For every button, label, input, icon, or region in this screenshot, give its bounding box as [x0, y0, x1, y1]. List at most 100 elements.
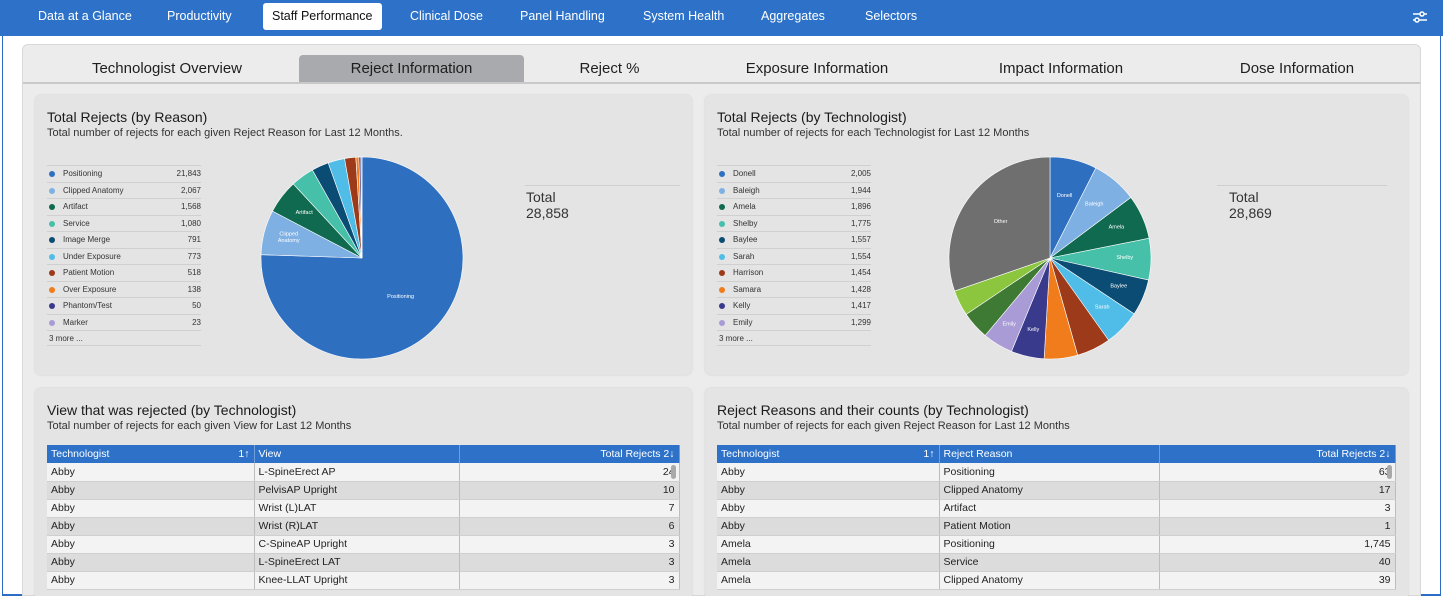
table-row[interactable]: Abby Wrist (R)LAT 6 — [47, 517, 680, 536]
table-row[interactable]: Amela Service 40 — [717, 553, 1396, 572]
cell-technologist: Abby — [47, 481, 255, 500]
legend-label: Samara — [733, 284, 762, 294]
legend-value: 1,080 — [180, 218, 201, 228]
tab-dose-information[interactable]: Dose Information — [1183, 55, 1411, 83]
legend-label: Emily — [733, 317, 753, 327]
legend-item[interactable]: Harrison 1,454 — [717, 264, 871, 281]
legend-item[interactable]: Image Merge 791 — [47, 231, 201, 248]
legend-value: 2,005 — [850, 169, 871, 178]
legend-item[interactable]: Shelby 1,775 — [717, 214, 871, 232]
total-label: Total — [526, 189, 556, 205]
col-view-header[interactable]: View — [254, 445, 460, 463]
table-row[interactable]: Abby Wrist (L)LAT 7 — [47, 499, 680, 518]
panel-title: View that was rejected (by Technologist) — [47, 402, 297, 418]
table-row[interactable]: Abby C-SpineAP Upright 3 — [47, 535, 680, 554]
nav-clinical-dose[interactable]: Clinical Dose — [401, 3, 492, 30]
legend-item[interactable]: Kelly 1,417 — [717, 297, 871, 314]
legend-item[interactable]: Emily 1,299 — [717, 313, 871, 331]
legend-value: 773 — [187, 251, 201, 261]
legend-item[interactable]: Samara 1,428 — [717, 280, 871, 298]
nav-staff-performance[interactable]: Staff Performance — [263, 3, 382, 30]
legend-item[interactable]: Baylee 1,557 — [717, 231, 871, 248]
legend-value: 1,568 — [180, 202, 201, 211]
table-row[interactable]: Abby Positioning 63 — [717, 463, 1396, 482]
legend-item[interactable]: Sarah 1,554 — [717, 247, 871, 265]
nav-panel-handling[interactable]: Panel Handling — [511, 3, 614, 30]
legend-swatch-icon — [49, 319, 55, 326]
col-technologist-header[interactable]: Technologist 1↑ — [47, 445, 255, 463]
legend-label: Harrison — [733, 268, 764, 277]
legend-swatch-icon — [49, 204, 55, 210]
legend-swatch-icon — [719, 220, 725, 227]
table-row[interactable]: Abby Clipped Anatomy 17 — [717, 481, 1396, 500]
cell-technologist: Abby — [717, 499, 940, 518]
legend-value: 1,775 — [850, 218, 871, 228]
legend-item[interactable]: Positioning 21,843 — [47, 165, 201, 182]
cell-category: Clipped Anatomy — [939, 571, 1160, 590]
table-row[interactable]: Amela Positioning 1,745 — [717, 535, 1396, 554]
cell-total-rejects: 1,745 — [1159, 535, 1396, 554]
tab-technologist-overview[interactable]: Technologist Overview — [43, 55, 291, 83]
table-row[interactable]: Abby Knee-LLAT Upright 3 — [47, 571, 680, 590]
legend-swatch-icon — [719, 187, 725, 194]
legend-label: Amela — [733, 202, 756, 211]
pie-slice-label: Sarah — [1095, 305, 1110, 311]
nav-system-health[interactable]: System Health — [634, 3, 733, 30]
nav-selectors[interactable]: Selectors — [856, 3, 926, 30]
nav-productivity[interactable]: Productivity — [158, 3, 241, 30]
table-row[interactable]: Abby L-SpineErect AP 24 — [47, 463, 680, 482]
legend-item[interactable]: Amela 1,896 — [717, 198, 871, 215]
cell-total-rejects: 39 — [1159, 571, 1396, 590]
legend-more-link[interactable]: 3 more ... — [47, 330, 201, 346]
table-scrollbar[interactable] — [1387, 465, 1392, 479]
legend-more-link[interactable]: 3 more ... — [717, 330, 871, 346]
legend-value: 21,843 — [176, 169, 201, 178]
cell-total-rejects: 40 — [1159, 553, 1396, 572]
legend-item[interactable]: Clipped Anatomy 2,067 — [47, 181, 201, 199]
legend-label: Under Exposure — [63, 251, 121, 261]
col-technologist-header[interactable]: Technologist 1↑ — [717, 445, 940, 463]
legend-label: Marker — [63, 317, 88, 327]
cell-category: Clipped Anatomy — [939, 481, 1160, 500]
col-reject-reason-header[interactable]: Reject Reason — [939, 445, 1160, 463]
tab-underline — [23, 82, 1420, 84]
legend-item[interactable]: Baleigh 1,944 — [717, 181, 871, 199]
tab-reject-percent[interactable]: Reject % — [532, 55, 687, 83]
col-total-rejects-header[interactable]: Total Rejects 2↓ — [459, 445, 680, 463]
cell-category: Artifact — [939, 499, 1160, 518]
legend-label: Service — [63, 218, 90, 228]
cell-category: Knee-LLAT Upright — [254, 571, 460, 590]
legend-item[interactable]: Over Exposure 138 — [47, 280, 201, 298]
tab-reject-information[interactable]: Reject Information — [299, 55, 524, 83]
table-row[interactable]: Amela Clipped Anatomy 39 — [717, 571, 1396, 590]
table-row[interactable]: Abby PelvisAP Upright 10 — [47, 481, 680, 500]
legend-swatch-icon — [49, 303, 55, 309]
table-row[interactable]: Abby Patient Motion 1 — [717, 517, 1396, 536]
legend-item[interactable]: Under Exposure 773 — [47, 247, 201, 265]
cell-category: Wrist (L)LAT — [254, 499, 460, 518]
col-total-rejects-header[interactable]: Total Rejects 2↓ — [1159, 445, 1396, 463]
legend-swatch-icon — [719, 286, 725, 293]
nav-aggregates[interactable]: Aggregates — [752, 3, 834, 30]
cell-technologist: Abby — [717, 517, 940, 536]
table-row[interactable]: Abby L-SpineErect LAT 3 — [47, 553, 680, 572]
legend-item[interactable]: Marker 23 — [47, 313, 201, 331]
tab-exposure-information[interactable]: Exposure Information — [703, 55, 931, 83]
table-scrollbar[interactable] — [671, 465, 676, 479]
tab-impact-information[interactable]: Impact Information — [947, 55, 1175, 83]
nav-data-at-a-glance[interactable]: Data at a Glance — [29, 3, 141, 30]
panel-rejects-by-reason: Total Rejects (by Reason) Total number o… — [35, 95, 692, 375]
legend-item[interactable]: Service 1,080 — [47, 214, 201, 232]
pie-slice-label: Artifact — [296, 210, 314, 216]
legend-item[interactable]: Artifact 1,568 — [47, 198, 201, 215]
table-row[interactable]: Abby Artifact 3 — [717, 499, 1396, 518]
legend-swatch-icon — [719, 237, 725, 243]
legend-label: Shelby — [733, 218, 758, 228]
legend-swatch-icon — [719, 253, 725, 260]
legend-item[interactable]: Patient Motion 518 — [47, 264, 201, 281]
settings-sliders-icon[interactable] — [1411, 8, 1429, 26]
legend-item[interactable]: Donell 2,005 — [717, 165, 871, 182]
cell-total-rejects: 3 — [459, 553, 680, 572]
legend-item[interactable]: Phantom/Test 50 — [47, 297, 201, 314]
legend-swatch-icon — [49, 270, 55, 276]
